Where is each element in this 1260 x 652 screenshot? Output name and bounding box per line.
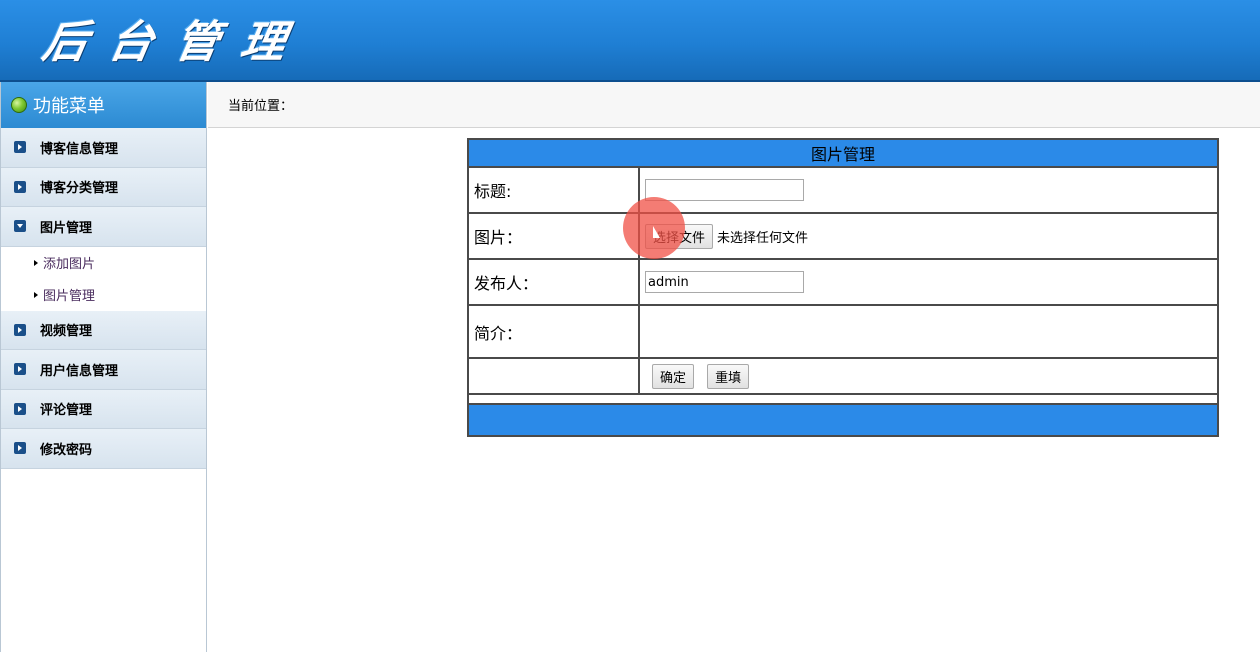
expand-arrow-icon xyxy=(14,363,26,376)
sidebar-item-comment-manage[interactable]: 评论管理 xyxy=(1,389,206,429)
publisher-cell xyxy=(638,258,1219,306)
menu-title: 功能菜单 xyxy=(33,96,105,117)
sidebar-subitem-image-manage[interactable]: 图片管理 xyxy=(1,278,206,311)
title-label: 标题: xyxy=(467,166,640,214)
sidebar-item-label: 图片管理 xyxy=(40,220,93,236)
sidebar-item-label: 修改密码 xyxy=(40,442,93,458)
expand-arrow-icon xyxy=(14,180,26,193)
choose-file-button[interactable]: 选择文件 xyxy=(645,223,714,249)
menu-header: 功能菜单 xyxy=(1,82,206,128)
publisher-input[interactable] xyxy=(645,271,804,294)
sidebar-item-blog-category[interactable]: 博客分类管理 xyxy=(1,167,206,207)
sidebar-subitem-label: 添加图片 xyxy=(43,257,96,272)
sidebar-subitem-add-image[interactable]: 添加图片 xyxy=(1,246,206,279)
file-status-text: 未选择任何文件 xyxy=(717,230,809,246)
header-bar: 后台管理 xyxy=(0,0,1260,82)
file-picker: 选择文件 未选择任何文件 xyxy=(623,196,809,259)
sidebar-item-label: 用户信息管理 xyxy=(40,363,119,379)
reset-button[interactable]: 重填 xyxy=(707,363,750,389)
form-caption: 图片管理 xyxy=(467,138,1219,168)
sidebar-item-change-password[interactable]: 修改密码 xyxy=(1,429,206,469)
sidebar-item-label: 博客分类管理 xyxy=(40,181,119,197)
form-footer-bar xyxy=(467,403,1219,437)
actions-cell: 确定 重填 xyxy=(638,357,1219,395)
sidebar-item-user-info[interactable]: 用户信息管理 xyxy=(1,350,206,390)
sidebar-item-label: 视频管理 xyxy=(40,324,93,340)
publisher-label: 发布人： xyxy=(467,258,640,306)
image-cell: 选择文件 未选择任何文件 xyxy=(623,196,1219,260)
spacer-row xyxy=(467,393,1219,405)
breadcrumb-label: 当前位置： xyxy=(228,99,294,114)
image-label: 图片： xyxy=(467,212,640,260)
expand-arrow-icon xyxy=(14,402,26,415)
title-input[interactable] xyxy=(645,179,804,202)
sidebar-item-label: 博客信息管理 xyxy=(40,141,119,157)
submit-button[interactable]: 确定 xyxy=(652,363,695,389)
actions-label-cell xyxy=(467,357,640,395)
site-logo: 后台管理 xyxy=(39,6,312,68)
sidebar-item-image-manage[interactable]: 图片管理 xyxy=(1,207,206,247)
intro-label: 简介： xyxy=(467,304,640,359)
gem-icon xyxy=(11,97,27,113)
sidebar-subitem-label: 图片管理 xyxy=(43,289,96,304)
bullet-triangle-icon xyxy=(34,259,38,266)
intro-cell[interactable] xyxy=(638,304,1219,359)
title-cell xyxy=(638,166,1219,214)
expand-arrow-icon xyxy=(14,323,26,336)
sidebar-item-video-manage[interactable]: 视频管理 xyxy=(1,310,206,350)
bullet-triangle-icon xyxy=(34,291,38,298)
collapse-arrow-icon xyxy=(14,220,26,233)
expand-arrow-icon xyxy=(14,442,26,455)
image-form-table: 图片管理 标题: 图片： 选择文件 未选择任何文件 发布人： 简介： 确定 xyxy=(467,138,1219,437)
breadcrumb: 当前位置： xyxy=(208,82,1260,128)
logo-text: 后台管理 xyxy=(38,17,312,68)
sidebar-item-label: 评论管理 xyxy=(40,403,93,419)
sidebar-item-blog-info[interactable]: 博客信息管理 xyxy=(1,128,206,168)
sidebar: 功能菜单 博客信息管理 博客分类管理 图片管理 添加图片 图片管理 视频管理 用… xyxy=(0,82,207,652)
expand-arrow-icon xyxy=(14,141,26,154)
